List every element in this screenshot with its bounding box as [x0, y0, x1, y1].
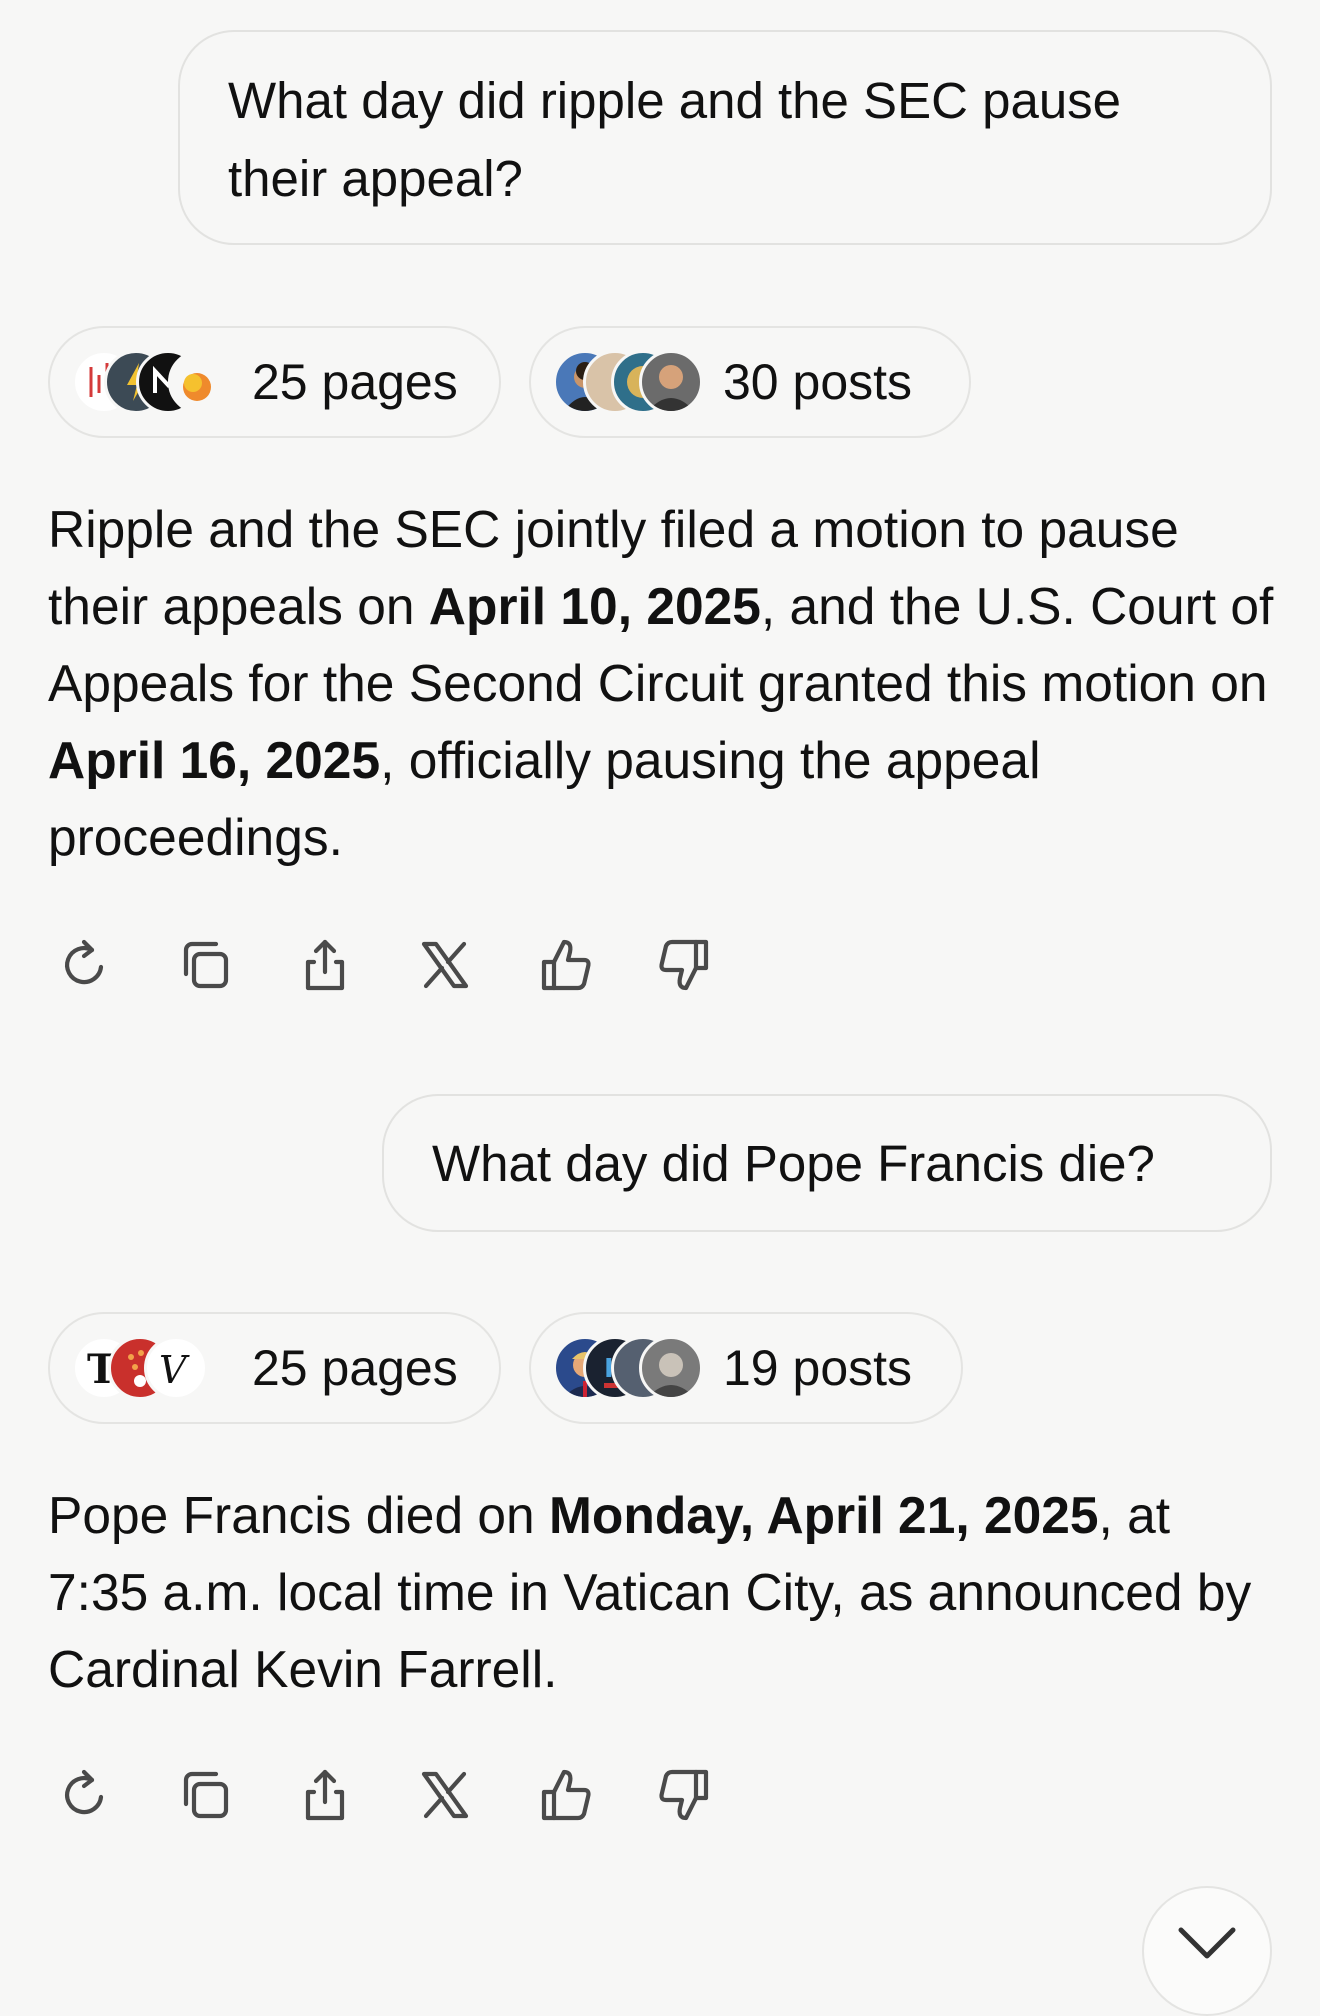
sources-posts-chip[interactable]: I 19 posts — [529, 1312, 963, 1424]
message-actions — [50, 930, 750, 1000]
copy-icon[interactable] — [170, 1760, 240, 1830]
posts-count-label: 19 posts — [723, 1340, 913, 1396]
post-avatars: I — [553, 1336, 703, 1400]
assistant-answer: Pope Francis died on Monday, April 21, 2… — [48, 1477, 1278, 1708]
message-actions — [50, 1760, 750, 1830]
pages-count-label: 25 pages — [252, 354, 458, 410]
v-logo-icon: V — [144, 1336, 208, 1400]
assistant-answer: Ripple and the SEC jointly filed a motio… — [48, 491, 1278, 876]
source-logos: T V — [72, 1336, 232, 1400]
user-avatar — [639, 1336, 703, 1400]
thumbs-up-icon[interactable] — [530, 930, 600, 1000]
x-logo-icon[interactable] — [410, 1760, 480, 1830]
chevron-down-icon — [1178, 1927, 1236, 1959]
answer-date-highlight: April 10, 2025 — [428, 577, 761, 635]
pages-count-label: 25 pages — [252, 1340, 458, 1396]
answer-date-highlight: April 16, 2025 — [48, 731, 381, 789]
user-message-text: What day did Pope Francis die? — [432, 1135, 1155, 1192]
answer-text: Pope Francis died on — [48, 1486, 549, 1544]
scroll-to-bottom-button[interactable] — [1142, 1886, 1272, 2016]
user-avatar — [639, 350, 703, 414]
regenerate-icon[interactable] — [50, 1760, 120, 1830]
sources-pages-chip[interactable]: T V 25 pages — [48, 1312, 501, 1424]
regenerate-icon[interactable] — [50, 930, 120, 1000]
thumbs-up-icon[interactable] — [530, 1760, 600, 1830]
thumbs-down-icon[interactable] — [650, 930, 720, 1000]
post-avatars — [553, 350, 703, 414]
source-logos — [72, 350, 232, 414]
sources-pages-chip[interactable]: 25 pages — [48, 326, 501, 438]
copy-icon[interactable] — [170, 930, 240, 1000]
x-logo-icon[interactable] — [410, 930, 480, 1000]
share-icon[interactable] — [290, 930, 360, 1000]
user-message-bubble: What day did Pope Francis die? — [382, 1094, 1272, 1232]
answer-date-highlight: Monday, April 21, 2025 — [549, 1486, 1099, 1544]
user-message-bubble: What day did ripple and the SEC pause th… — [178, 30, 1272, 245]
share-icon[interactable] — [290, 1760, 360, 1830]
user-message-text: What day did ripple and the SEC pause th… — [228, 72, 1122, 207]
sources-posts-chip[interactable]: 30 posts — [529, 326, 971, 438]
flame-logo-icon — [168, 350, 232, 414]
svg-text:V: V — [159, 1348, 190, 1392]
posts-count-label: 30 posts — [723, 354, 913, 410]
thumbs-down-icon[interactable] — [650, 1760, 720, 1830]
